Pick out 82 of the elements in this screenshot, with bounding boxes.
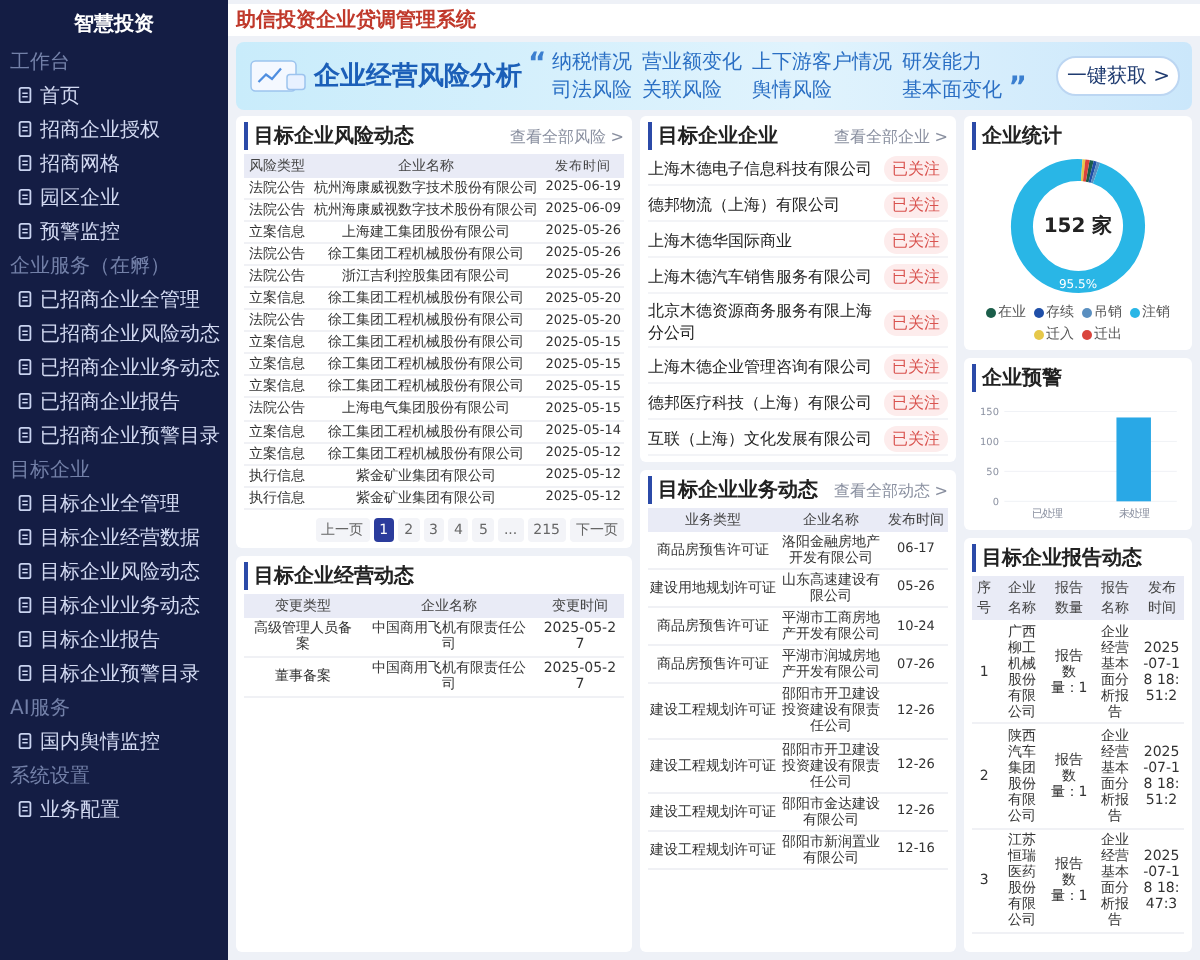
banner-topic: 舆情风险 bbox=[752, 77, 835, 104]
document-icon bbox=[16, 188, 34, 206]
banner-topic: 基本面变化 bbox=[902, 77, 1003, 104]
sidebar-item[interactable]: 首页 bbox=[0, 78, 228, 112]
donut-chart-drawing bbox=[1006, 154, 1150, 298]
document-icon bbox=[16, 630, 34, 648]
panel-title: 目标企业业务动态 bbox=[658, 477, 818, 504]
sidebar-item[interactable]: 目标企业全管理 bbox=[0, 486, 228, 520]
sidebar-item[interactable]: 已招商企业报告 bbox=[0, 384, 228, 418]
sidebar-item[interactable]: 目标企业业务动态 bbox=[0, 588, 228, 622]
company-name[interactable]: 上海木德汽车销售服务有限公司 bbox=[648, 266, 872, 288]
company-name[interactable]: 上海木德企业管理咨询有限公司 bbox=[648, 356, 872, 378]
company-name[interactable]: 上海木德电子信息科技有限公司 bbox=[648, 158, 872, 180]
sidebar-item[interactable]: 招商网格 bbox=[0, 146, 228, 180]
company-name[interactable]: 德邦医疗科技（上海）有限公司 bbox=[648, 392, 872, 414]
sidebar-heading: 系统设置 bbox=[8, 763, 92, 792]
sidebar-item[interactable]: 已招商企业预警目录 bbox=[0, 418, 228, 452]
panel-title: 企业预警 bbox=[982, 365, 1062, 392]
sidebar-item[interactable]: 预警监控 bbox=[0, 214, 228, 248]
document-icon bbox=[16, 426, 34, 444]
sidebar-item[interactable]: 国内舆情监控 bbox=[0, 724, 228, 758]
sidebar-item[interactable]: 目标企业报告 bbox=[0, 622, 228, 656]
company-name[interactable]: 上海木德华国际商业 bbox=[648, 230, 792, 252]
company-name[interactable]: 互联（上海）文化发展有限公司 bbox=[648, 428, 872, 450]
document-icon bbox=[16, 222, 34, 240]
chart-card-icon bbox=[248, 56, 308, 96]
document-icon bbox=[16, 120, 34, 138]
panel-title: 目标企业经营动态 bbox=[254, 563, 414, 590]
fetch-button[interactable]: 一键获取 > bbox=[1056, 56, 1180, 96]
panel-title: 企业统计 bbox=[982, 123, 1062, 150]
document-icon bbox=[16, 732, 34, 750]
sidebar-item[interactable]: 目标企业预警目录 bbox=[0, 656, 228, 690]
sidebar-item[interactable]: 目标企业风险动态 bbox=[0, 554, 228, 588]
sidebar-heading: AI服务 bbox=[8, 696, 72, 724]
sidebar-item[interactable]: 园区企业 bbox=[0, 180, 228, 214]
document-icon bbox=[16, 664, 34, 682]
panel-title: 目标企业风险动态 bbox=[254, 123, 414, 150]
followed-badge: 已关注 bbox=[884, 390, 948, 416]
company-name[interactable]: 德邦物流（上海）有限公司 bbox=[648, 194, 840, 216]
sidebar-item[interactable]: 已招商企业业务动态 bbox=[0, 350, 228, 384]
followed-badge: 已关注 bbox=[884, 264, 948, 290]
document-icon bbox=[16, 324, 34, 342]
donut-total: 152 家 bbox=[1043, 212, 1113, 240]
document-icon bbox=[16, 86, 34, 104]
document-icon bbox=[16, 392, 34, 410]
sidebar-item[interactable]: 招商企业授权 bbox=[0, 112, 228, 146]
followed-badge: 已关注 bbox=[884, 426, 948, 452]
document-icon bbox=[16, 596, 34, 614]
banner-title: 企业经营风险分析 bbox=[314, 60, 522, 94]
sidebar-item[interactable]: 目标企业经营数据 bbox=[0, 520, 228, 554]
panel-title: 目标企业报告动态 bbox=[982, 545, 1142, 572]
sidebar-heading: 企业服务（在孵） bbox=[8, 253, 172, 282]
document-icon bbox=[16, 154, 34, 172]
sidebar-item[interactable]: 已招商企业全管理 bbox=[0, 282, 228, 316]
followed-badge: 已关注 bbox=[884, 228, 948, 254]
document-icon bbox=[16, 358, 34, 376]
banner-topic: 纳税情况 bbox=[552, 49, 633, 76]
followed-badge: 已关注 bbox=[884, 354, 948, 380]
sidebar-heading: 工作台 bbox=[8, 49, 72, 78]
sidebar-item[interactable]: 已招商企业风险动态 bbox=[0, 316, 228, 350]
followed-badge: 已关注 bbox=[884, 156, 948, 182]
banner-topic: 关联风险 bbox=[642, 77, 725, 104]
sidebar-item[interactable]: 业务配置 bbox=[0, 792, 228, 826]
banner-topic: 司法风险 bbox=[552, 77, 633, 104]
document-icon bbox=[16, 494, 34, 512]
quote-mark: ” bbox=[1008, 72, 1027, 104]
document-icon bbox=[16, 528, 34, 546]
quote-mark: “ bbox=[528, 48, 547, 80]
sidebar-brand: 智慧投资 bbox=[72, 11, 156, 40]
banner-topic: 上下游客户情况 bbox=[752, 49, 893, 76]
panel-title: 目标企业企业 bbox=[658, 123, 778, 150]
sidebar-heading: 目标企业 bbox=[8, 457, 92, 486]
followed-badge: 已关注 bbox=[884, 309, 948, 335]
banner-topic: 研发能力 bbox=[902, 49, 985, 76]
bar bbox=[1116, 417, 1151, 502]
document-icon bbox=[16, 800, 34, 818]
followed-badge: 已关注 bbox=[884, 192, 948, 218]
document-icon bbox=[16, 562, 34, 580]
banner-topic: 营业额变化 bbox=[642, 49, 743, 76]
system-title: 助信投资企业贷调管理系统 bbox=[228, 4, 1200, 36]
company-name[interactable]: 北京木德资源商务服务有限上海分公司 bbox=[648, 300, 878, 344]
document-icon bbox=[16, 290, 34, 308]
